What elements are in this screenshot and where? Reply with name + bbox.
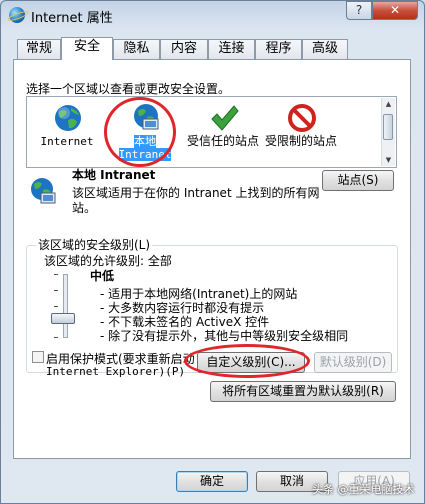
- level-bullet: - 除了没有提示外，其他与中等级别安全级相同: [100, 329, 349, 343]
- checkmark-icon: [211, 105, 239, 131]
- no-entry-icon: [288, 104, 316, 132]
- tab-content[interactable]: 内容: [160, 39, 208, 59]
- zone-list: Internet 本地 Intranet 受信任的站点 受限制的站点 ▲ ▼: [26, 96, 397, 168]
- annotation-circle: [184, 344, 310, 378]
- zone-trusted-sites-label: 受信任的站点: [186, 134, 259, 148]
- tab-programs[interactable]: 程序: [255, 39, 302, 59]
- tab-privacy[interactable]: 隐私: [113, 39, 160, 59]
- selected-zone-intranet-icon: [31, 178, 56, 204]
- security-level-slider-thumb[interactable]: [51, 313, 75, 324]
- scroll-thumb[interactable]: [383, 114, 393, 140]
- globe-icon: [55, 105, 81, 131]
- sites-button[interactable]: 站点(S): [322, 170, 394, 191]
- default-level-button[interactable]: 默认级别(D): [314, 352, 392, 373]
- zone-restricted-sites-label: 受限制的站点: [264, 134, 337, 148]
- help-button[interactable]: ?: [346, 1, 372, 20]
- tab-security[interactable]: 安全: [61, 37, 113, 60]
- internet-properties-window: Internet 属性 ? ✕ 常规 安全 隐私 内容 连接 程序 高级 选择一…: [0, 0, 425, 504]
- tab-general[interactable]: 常规: [17, 39, 61, 59]
- title-bar: Internet 属性 ? ✕: [1, 1, 424, 29]
- tab-advanced[interactable]: 高级: [302, 39, 348, 59]
- close-button[interactable]: ✕: [372, 1, 418, 20]
- slider-tick: [54, 274, 58, 275]
- ok-button[interactable]: 确定: [176, 471, 248, 492]
- scroll-up-arrow-icon[interactable]: ▲: [382, 98, 395, 110]
- zone-internet-label: Internet: [40, 135, 94, 148]
- zone-scrollbar[interactable]: ▲ ▼: [381, 98, 395, 166]
- internet-globe-icon: [9, 7, 25, 23]
- zone-trusted-sites[interactable]: 受信任的站点: [185, 99, 261, 165]
- slider-tick: [54, 337, 58, 338]
- zone-internet[interactable]: Internet: [29, 99, 105, 165]
- watermark: 头条 @重荣电脑技术: [312, 483, 415, 496]
- zone-restricted-sites[interactable]: 受限制的站点: [263, 99, 339, 165]
- zone-prompt: 选择一个区域以查看或更改安全设置。: [26, 82, 231, 96]
- selected-zone-title: 本地 Intranet: [72, 168, 156, 182]
- scroll-down-arrow-icon[interactable]: ▼: [382, 154, 395, 166]
- security-level-slider-track[interactable]: [63, 274, 68, 338]
- slider-tick: [54, 306, 58, 307]
- annotation-circle: [104, 97, 176, 167]
- security-level-group-title: 该区域的安全级别(L): [36, 236, 153, 253]
- security-panel: 选择一个区域以查看或更改安全设置。 Internet 本地 Intranet 受…: [13, 59, 411, 459]
- protected-mode-label-line2: Internet Explorer)(P): [46, 365, 186, 378]
- protected-mode-checkbox[interactable]: [32, 351, 44, 363]
- slider-tick: [54, 290, 58, 291]
- tab-connections[interactable]: 连接: [208, 39, 255, 59]
- selected-zone-description: 该区域适用于在你的 Intranet 上找到的所有网站。: [72, 186, 320, 215]
- reset-all-zones-button[interactable]: 将所有区域重置为默认级别(R): [210, 381, 396, 402]
- security-level-name: 中低: [90, 269, 115, 283]
- window-title: Internet 属性: [31, 11, 113, 26]
